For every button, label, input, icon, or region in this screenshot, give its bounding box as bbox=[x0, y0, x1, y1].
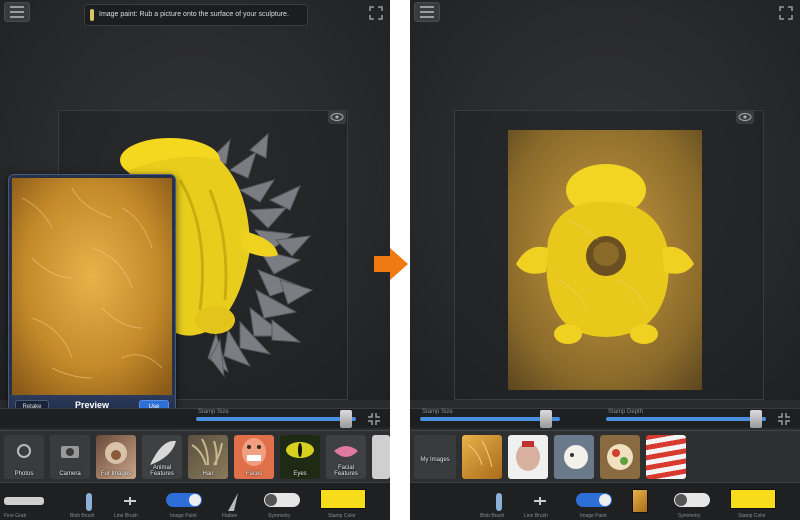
fine-grab-label: Fine Grab bbox=[4, 513, 27, 519]
doll-image bbox=[564, 445, 588, 469]
fur-image bbox=[105, 442, 127, 464]
eye-image bbox=[286, 442, 314, 458]
blob-brush-label: Blob Brush bbox=[480, 513, 505, 519]
flatten-icon[interactable] bbox=[226, 491, 240, 513]
image-paint-toggle[interactable] bbox=[166, 493, 202, 507]
selected-image-swatch[interactable] bbox=[632, 489, 648, 513]
left-screen: Image paint: Rub a picture onto the surf… bbox=[0, 0, 390, 520]
photos-tile[interactable]: Photos bbox=[4, 435, 44, 479]
collapse-icon[interactable] bbox=[366, 411, 382, 427]
faces-tile[interactable]: Faces bbox=[234, 435, 274, 479]
fur-preview-image bbox=[12, 178, 172, 396]
collapse-icon[interactable] bbox=[776, 411, 792, 427]
hint-text: Image paint: Rub a picture onto the surf… bbox=[99, 11, 289, 18]
image-paint-toggle[interactable] bbox=[576, 493, 612, 507]
line-brush-icon[interactable] bbox=[532, 491, 548, 513]
symmetry-label: Symmetry bbox=[268, 513, 291, 519]
fullscreen-icon[interactable] bbox=[778, 5, 794, 21]
line-brush-icon[interactable] bbox=[122, 491, 138, 513]
stamp-depth-label: Stamp Depth bbox=[608, 409, 644, 415]
bottom-toolbar: Fine Grab Blob Brush Line Brush Image Pa… bbox=[0, 482, 390, 520]
lips-image bbox=[334, 446, 358, 457]
stamp-size-slider-thumb[interactable] bbox=[340, 410, 352, 428]
stamp-depth-slider-thumb[interactable] bbox=[750, 410, 762, 428]
image-paint-label: Image Paint bbox=[580, 513, 607, 519]
symmetry-toggle[interactable] bbox=[264, 493, 300, 507]
sculpt-viewport-result[interactable] bbox=[410, 0, 800, 400]
stamp-color-label: Stamp Color bbox=[328, 513, 356, 519]
hint-banner: Image paint: Rub a picture onto the surf… bbox=[84, 4, 308, 26]
arrow-right-icon bbox=[374, 248, 408, 280]
fullscreen-icon[interactable] bbox=[368, 5, 384, 21]
stamp-color-label: Stamp Color bbox=[738, 513, 766, 519]
food-thumbnail[interactable] bbox=[600, 435, 640, 479]
facial-features-tile[interactable]: Facial Features bbox=[326, 435, 366, 479]
menu-button[interactable] bbox=[4, 2, 30, 22]
brush-icon bbox=[90, 9, 94, 21]
animal-features-tile[interactable]: Animal Features bbox=[142, 435, 182, 479]
flatten-label: Flatten bbox=[222, 513, 238, 519]
hair-image bbox=[191, 438, 223, 466]
stamp-size-slider-thumb[interactable] bbox=[540, 410, 552, 428]
menu-button[interactable] bbox=[414, 2, 440, 22]
blob-brush-icon[interactable] bbox=[82, 491, 96, 513]
feather-image bbox=[150, 440, 176, 465]
stamp-size-label: Stamp Size bbox=[198, 409, 229, 415]
food-image bbox=[607, 444, 633, 470]
stamp-depth-slider[interactable] bbox=[606, 417, 766, 421]
stamp-size-slider[interactable] bbox=[420, 417, 560, 421]
face-thumbnail[interactable] bbox=[508, 435, 548, 479]
eye-icon[interactable] bbox=[328, 110, 346, 124]
fur-thumbnail[interactable] bbox=[462, 435, 502, 479]
my-images-tile[interactable]: My Images bbox=[414, 435, 456, 479]
eye-icon[interactable] bbox=[736, 110, 754, 124]
photos-icon bbox=[17, 444, 31, 458]
stamp-color-swatch[interactable] bbox=[730, 489, 776, 509]
right-screen: Stamp Size Stamp Depth My Images Blob Br… bbox=[410, 0, 800, 520]
line-brush-label: Line Brush bbox=[524, 513, 548, 519]
line-brush-label: Line Brush bbox=[114, 513, 138, 519]
bottom-toolbar: Blob Brush Line Brush Image Paint Symmet… bbox=[410, 482, 800, 520]
face-image bbox=[242, 438, 266, 466]
stamp-color-swatch[interactable] bbox=[320, 489, 366, 509]
stripes-image bbox=[646, 435, 686, 479]
face-image bbox=[516, 441, 540, 471]
stamp-size-slider[interactable] bbox=[196, 417, 356, 421]
eyes-tile[interactable]: Eyes bbox=[280, 435, 320, 479]
blob-brush-label: Blob Brush bbox=[70, 513, 95, 519]
image-tray: Photos Camera Fur Images Animal Features… bbox=[0, 430, 390, 482]
stamp-slider-bar: Stamp Size bbox=[0, 408, 390, 428]
tray-overflow-tile[interactable] bbox=[372, 435, 390, 479]
doll-thumbnail[interactable] bbox=[554, 435, 594, 479]
stripes-thumbnail[interactable] bbox=[646, 435, 686, 479]
stamp-slider-bar: Stamp Size Stamp Depth bbox=[410, 408, 800, 428]
stamp-size-label: Stamp Size bbox=[422, 409, 453, 415]
symmetry-toggle[interactable] bbox=[674, 493, 710, 507]
fur-images-tile[interactable]: Fur Images bbox=[96, 435, 136, 479]
symmetry-label: Symmetry bbox=[678, 513, 701, 519]
hair-tile[interactable]: Hair bbox=[188, 435, 228, 479]
fine-grab-tool[interactable] bbox=[4, 497, 44, 505]
preview-popover: Retake Preview Use bbox=[8, 174, 176, 420]
textured-sculpture[interactable] bbox=[508, 130, 702, 390]
camera-tile[interactable]: Camera bbox=[50, 435, 90, 479]
image-tray: My Images bbox=[410, 430, 800, 482]
blob-brush-icon[interactable] bbox=[492, 491, 506, 513]
fur-image bbox=[467, 440, 493, 468]
camera-icon bbox=[61, 446, 79, 458]
image-paint-label: Image Paint bbox=[170, 513, 197, 519]
